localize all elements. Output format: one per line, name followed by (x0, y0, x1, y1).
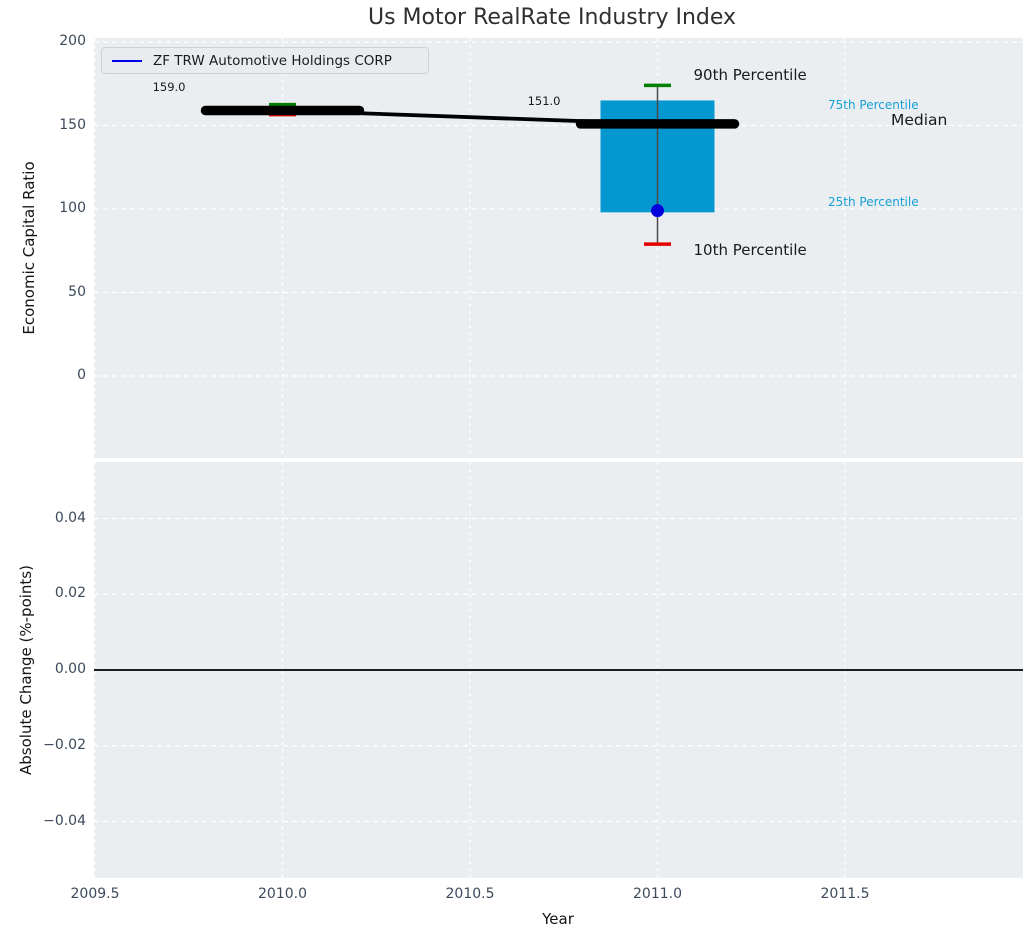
top-y-tick-label: 100 (59, 200, 86, 216)
bottom-y-tick-label: −0.04 (43, 812, 86, 829)
legend-label: ZF TRW Automotive Holdings CORP (153, 52, 392, 69)
top-y-tick-label: 200 (59, 33, 86, 49)
bottom-y-axis-label: Absolute Change (%-points) (17, 565, 35, 775)
top-y-tick-label: 50 (68, 283, 86, 300)
x-tick-label: 2011.0 (633, 886, 682, 902)
figure-root: Us Motor RealRate Industry Index Economi… (0, 0, 1034, 942)
legend-line-swatch (112, 59, 142, 62)
point-value-label: 159.0 (152, 80, 186, 95)
annotation-90th-percentile: 90th Percentile (693, 66, 807, 85)
x-tick-label: 2010.0 (258, 886, 307, 902)
annotation-median: Median (891, 110, 948, 129)
bottom-y-tick-label: 0.02 (54, 585, 86, 602)
x-tick-label: 2009.5 (70, 886, 120, 902)
top-y-axis-label: Economic Capital Ratio (20, 161, 38, 335)
top-y-tick-label: 0 (77, 367, 86, 383)
top-y-tick-label: 150 (59, 116, 86, 133)
annotation-10th-percentile: 10th Percentile (693, 241, 807, 260)
chart-title: Us Motor RealRate Industry Index (367, 5, 737, 30)
legend: ZF TRW Automotive Holdings CORP (101, 47, 429, 74)
chart-canvas (94, 38, 1023, 878)
point-value-label: 151.0 (527, 93, 561, 108)
x-tick-label: 2011.5 (820, 886, 870, 902)
bottom-y-tick-label: 0.00 (54, 661, 86, 677)
outlier-dot (651, 204, 664, 218)
x-axis-label: Year (542, 910, 574, 928)
bottom-y-tick-label: −0.02 (43, 736, 86, 753)
bottom-y-tick-label: 0.04 (54, 509, 86, 526)
x-tick-label: 2010.5 (445, 886, 495, 902)
annotation-25th-percentile: 25th Percentile (828, 195, 919, 210)
